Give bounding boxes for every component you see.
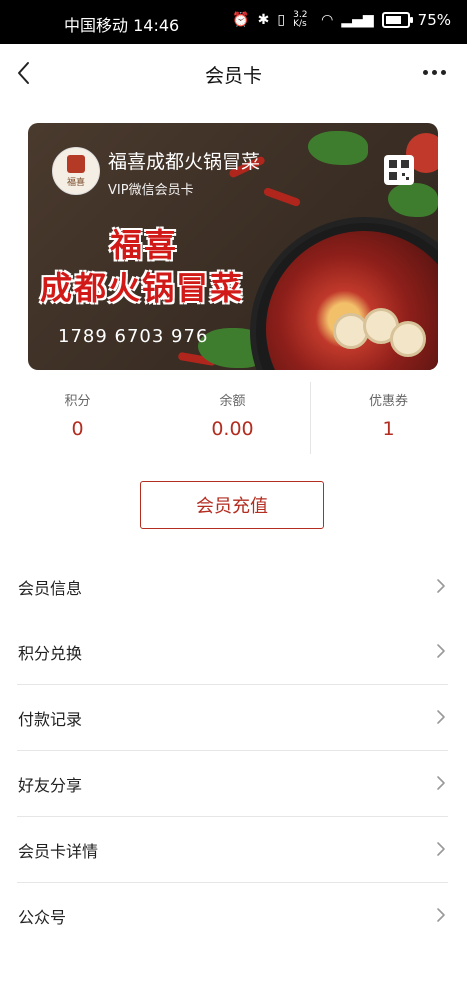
qr-code-icon[interactable] (384, 155, 414, 185)
battery-percent: 75% (417, 11, 451, 29)
battery-icon (381, 12, 413, 28)
network-speed: 3.2 K/s (293, 10, 308, 29)
more-dots-icon[interactable] (423, 66, 451, 78)
herb-decoration (308, 131, 368, 165)
store-name: 福喜成都火锅冒菜 (108, 151, 261, 173)
herb-decoration (388, 183, 438, 217)
card-number: 1789 6703 976 (58, 326, 209, 347)
stat-value: 0 (71, 418, 84, 440)
stat-label: 余额 (219, 394, 246, 409)
chevron-right-icon (437, 908, 445, 922)
status-icons: ⏰ ✱ ▯ 3.2 K/s ◠ ▂▄▆ 75% (232, 10, 451, 30)
stat-label: 积分 (64, 394, 91, 409)
chevron-right-icon (437, 776, 445, 790)
menu-item-payment-records[interactable]: 付款记录 (17, 685, 448, 751)
menu-item-label: 付款记录 (18, 710, 83, 729)
chili-decoration (262, 186, 302, 208)
menu-item-label: 会员卡详情 (18, 842, 99, 861)
member-stats: 积分 0 余额 0.00 优惠券 1 (0, 378, 467, 458)
menu-item-label: 积分兑换 (18, 644, 83, 663)
page-title: 会员卡 (204, 65, 262, 87)
bluetooth-icon: ✱ (257, 12, 270, 28)
menu-item-points-exchange[interactable]: 积分兑换 (17, 619, 448, 685)
store-logo-text: 福喜 (66, 177, 85, 188)
stat-points[interactable]: 积分 0 (0, 378, 155, 458)
stat-value: 1 (382, 418, 395, 440)
nav-bar: 会员卡 (0, 44, 467, 102)
member-card[interactable]: 福喜 福喜成都火锅冒菜 VIP微信会员卡 福喜 成都火锅冒菜 1789 6703… (28, 123, 438, 370)
lotus-decoration (390, 321, 426, 357)
recharge-button[interactable]: 会员充值 (140, 481, 324, 529)
menu-item-member-info[interactable]: 会员信息 (17, 554, 448, 619)
card-type: VIP微信会员卡 (108, 183, 194, 198)
stat-balance[interactable]: 余额 0.00 (155, 378, 310, 458)
menu-item-friend-share[interactable]: 好友分享 (17, 751, 448, 817)
status-bar: 中国移动 14:46 ⏰ ✱ ▯ 3.2 K/s ◠ ▂▄▆ 75% (0, 0, 467, 44)
menu-item-label: 公众号 (18, 908, 67, 927)
stat-label: 优惠券 (368, 394, 408, 409)
promo-line-2: 成都火锅冒菜 (40, 269, 245, 307)
wifi-icon: ◠ (321, 12, 334, 28)
menu-item-label: 会员信息 (18, 579, 83, 598)
chevron-right-icon (437, 842, 445, 856)
menu-item-official-account[interactable]: 公众号 (17, 883, 448, 948)
carrier-time: 中国移动 14:46 (64, 16, 180, 35)
promo-line-1: 福喜 (110, 226, 179, 264)
menu-list: 会员信息 积分兑换 付款记录 好友分享 会员卡详情 公众号 (17, 554, 448, 948)
stat-coupons[interactable]: 优惠券 1 (311, 378, 466, 458)
menu-item-card-details[interactable]: 会员卡详情 (17, 817, 448, 883)
stat-value: 0.00 (211, 418, 254, 440)
vibrate-icon: ▯ (277, 12, 286, 28)
alarm-icon: ⏰ (232, 12, 250, 28)
store-logo: 福喜 (52, 147, 100, 195)
chevron-right-icon (437, 710, 445, 724)
signal-icon: ▂▄▆ (341, 12, 374, 28)
chevron-right-icon (437, 644, 445, 658)
chevron-right-icon (437, 579, 445, 593)
menu-item-label: 好友分享 (18, 776, 83, 795)
